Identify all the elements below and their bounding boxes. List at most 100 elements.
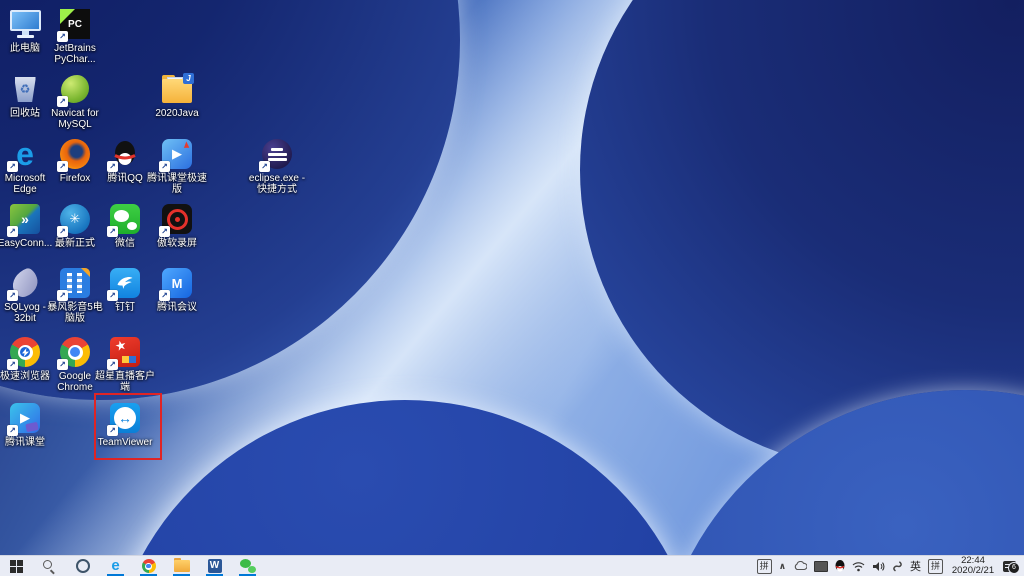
desktop-icons: 此电脑PC↗JetBrains PyChar...♻回收站↗Navicat fo… [0,0,1024,556]
network-icon[interactable] [852,561,865,572]
desktop-icon-dingtalk[interactable]: ↗钉钉 [95,267,155,313]
taskbar-apps: eW [99,556,264,576]
cortana-button[interactable] [66,556,99,576]
desktop-icon-label: 微信 [95,238,155,249]
sqlyog-32bit-icon: ↗ [9,267,41,299]
chrome-icon [142,559,156,573]
desktop-icon-2020java-folder[interactable]: J 2020Java [147,73,207,119]
desktop-icon-label: 钉钉 [95,302,155,313]
ime-language-indicator[interactable]: 英 [910,558,921,574]
tencent-classroom-speed-icon: ▶↗ [161,138,193,170]
desktop-icon-tencent-meeting[interactable]: M↗ 腾讯会议 [147,267,207,313]
volume-icon[interactable] [872,561,885,572]
this-pc-icon [9,8,41,40]
start-button[interactable] [0,556,33,576]
tencent-meeting-icon: M↗ [161,267,193,299]
recycle-bin-icon: ♻ [9,73,41,105]
tencent-classroom-icon: ▶↗ [9,402,41,434]
word-icon: W [208,559,222,573]
hidden-icons-chevron-icon[interactable]: ∧ [779,561,786,572]
wechat-icon [240,559,256,573]
apowerrec-icon: ↗ [161,203,193,235]
qq-tray-icon[interactable] [835,560,845,572]
desktop-icon-navicat-for-mysql[interactable]: ↗Navicat for MySQL [45,73,105,130]
desktop-icon-label: 腾讯课堂 [0,437,55,448]
search-icon [43,560,56,573]
desktop-icon-tencent-classroom-speed[interactable]: ▶↗ 腾讯课堂极速版 [147,138,207,195]
dingtalk-icon: ↗ [109,267,141,299]
shortcut-arrow-icon: ↗ [259,161,270,172]
desktop-icon-jetbrains-pycharm[interactable]: PC↗ JetBrains PyChar... [45,8,105,65]
taskbar-file-explorer-button[interactable] [165,556,198,576]
folder-icon [174,560,190,572]
taskbar-wechat-button[interactable] [231,556,264,576]
shortcut-arrow-icon: ↗ [107,226,118,237]
shortcut-arrow-icon: ↗ [7,290,18,301]
desktop-icon-label: 2020Java [147,108,207,119]
link-icon[interactable] [892,561,903,572]
shortcut-arrow-icon: ↗ [159,226,170,237]
desktop-icon-label: Navicat for MySQL [45,108,105,130]
shortcut-arrow-icon: ↗ [7,226,18,237]
microsoft-edge-icon: e↗ [9,138,41,170]
shortcut-arrow-icon: ↗ [57,161,68,172]
desktop-icon-label: 腾讯会议 [147,302,207,313]
zuixin-zhengshi-icon: ✳↗ [59,203,91,235]
shortcut-arrow-icon: ↗ [107,290,118,301]
shortcut-arrow-icon: ↗ [7,359,18,370]
system-tray: 拼 ∧ 英 拼 22:44 2020/2/21 6 [757,556,1022,576]
cloud-icon[interactable] [793,561,807,571]
tencent-qq-icon: ↗ [109,138,141,170]
navicat-for-mysql-icon: ↗ [59,73,91,105]
taskbar-chrome-button[interactable] [132,556,165,576]
shortcut-arrow-icon: ↗ [57,31,68,42]
google-chrome-icon: ↗ [59,336,91,368]
desktop-icon-label: 傲软录屏 [147,238,207,249]
desktop-icon-label: JetBrains PyChar... [45,43,105,65]
easyconnect-icon: »↗ [9,203,41,235]
desktop-icon-wechat[interactable]: ↗微信 [95,203,155,249]
2020java-folder-icon: J [161,73,193,105]
shortcut-arrow-icon: ↗ [7,161,18,172]
display-icon[interactable] [814,561,828,572]
chaoxing-live-client-icon: ★↗ [109,336,141,368]
taskbar-edge-button[interactable]: e [99,556,132,576]
shortcut-arrow-icon: ↗ [107,359,118,370]
shortcut-arrow-icon: ↗ [57,290,68,301]
shortcut-arrow-icon: ↗ [159,161,170,172]
baofeng-player-icon: ↗ [59,267,91,299]
highlight-box [94,393,162,460]
desktop-icon-label: 腾讯QQ [95,173,155,184]
desktop-icon-label: eclipse.exe - 快捷方式 [247,173,307,195]
desktop-icon-eclipse-shortcut[interactable]: ↗eclipse.exe - 快捷方式 [247,138,307,195]
desktop-icon-apowerrec[interactable]: ↗傲软录屏 [147,203,207,249]
wechat-icon: ↗ [109,203,141,235]
clock-date: 2020/2/21 [950,566,996,576]
windows-logo-icon [10,560,23,573]
action-center-button[interactable]: 6 [1003,561,1016,572]
desktop-icon-tencent-classroom[interactable]: ▶↗ 腾讯课堂 [0,402,55,448]
shortcut-arrow-icon: ↗ [57,226,68,237]
speed-browser-icon: ↗ [9,336,41,368]
desktop-icon-chaoxing-live-client[interactable]: ★↗ 超星直播客户端 [95,336,155,393]
edge-icon: e [111,559,119,573]
ime-pinyin-indicator[interactable]: 拼 [757,559,772,574]
taskbar-word-button[interactable]: W [198,556,231,576]
shortcut-arrow-icon: ↗ [159,290,170,301]
taskbar: eW 拼 ∧ 英 拼 22:44 2020/2/21 6 [0,555,1024,576]
shortcut-arrow-icon: ↗ [57,96,68,107]
shortcut-arrow-icon: ↗ [7,425,18,436]
firefox-icon: ↗ [59,138,91,170]
cortana-icon [76,559,90,573]
eclipse-shortcut-icon: ↗ [261,138,293,170]
shortcut-arrow-icon: ↗ [57,359,68,370]
desktop-icon-label: 超星直播客户端 [95,371,155,393]
desktop-icon-label: 腾讯课堂极速版 [147,173,207,195]
desktop-icon-tencent-qq[interactable]: ↗腾讯QQ [95,138,155,184]
shortcut-arrow-icon: ↗ [107,161,118,172]
search-button[interactable] [33,556,66,576]
jetbrains-pycharm-icon: PC↗ [59,8,91,40]
ime-pinyin-indicator-2[interactable]: 拼 [928,559,943,574]
notification-badge: 6 [1008,562,1020,574]
taskbar-clock[interactable]: 22:44 2020/2/21 [950,556,996,576]
